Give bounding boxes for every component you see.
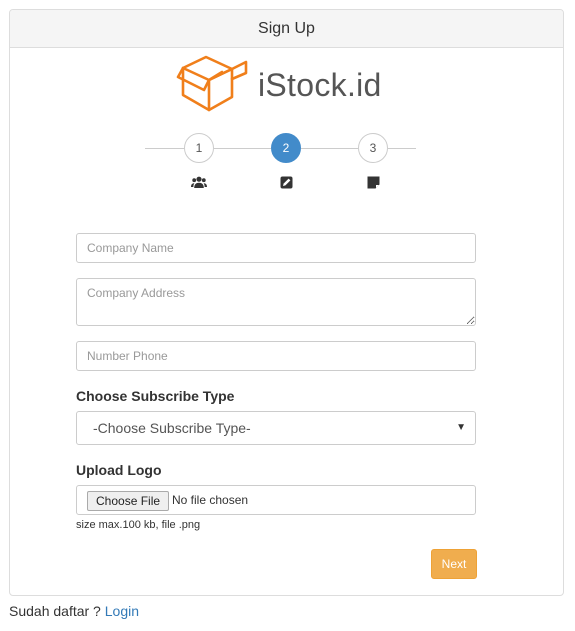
choose-file-button[interactable]: Choose File (87, 491, 170, 511)
subscribe-type-value: -Choose Subscribe Type- (93, 420, 251, 436)
login-prompt: Sudah daftar ? Login (9, 603, 139, 619)
phone-input[interactable] (76, 341, 476, 371)
brand-logo: iStock.id (176, 53, 386, 123)
login-link[interactable]: Login (105, 603, 139, 619)
logo-file-input[interactable]: Choose File No file chosen (76, 485, 476, 515)
brand-name: iStock.id (258, 67, 382, 103)
upload-help-text: size max.100 kb, file .png (76, 519, 201, 531)
step-3[interactable]: 3 (358, 133, 388, 163)
next-button[interactable]: Next (431, 549, 477, 579)
file-status: No file chosen (172, 493, 249, 507)
step-1[interactable]: 1 (184, 133, 214, 163)
caret-down-icon: ▼ (456, 422, 466, 433)
subscribe-type-label: Choose Subscribe Type (76, 388, 235, 404)
edit-icon (271, 176, 301, 190)
signup-stepper: 1 2 3 (145, 133, 416, 193)
company-name-input[interactable] (76, 233, 476, 263)
stepper-line (145, 148, 184, 149)
panel-title: Sign Up (10, 10, 563, 48)
company-address-input[interactable] (76, 278, 476, 326)
stepper-line (388, 148, 416, 149)
login-prompt-text: Sudah daftar ? (9, 603, 101, 619)
users-icon (184, 176, 214, 190)
stepper-line (301, 148, 358, 149)
subscribe-type-select[interactable]: -Choose Subscribe Type- ▼ (76, 411, 476, 445)
note-icon (358, 176, 388, 190)
upload-logo-label: Upload Logo (76, 462, 162, 478)
box-icon (176, 55, 248, 112)
stepper-line (214, 148, 271, 149)
step-2[interactable]: 2 (271, 133, 301, 163)
